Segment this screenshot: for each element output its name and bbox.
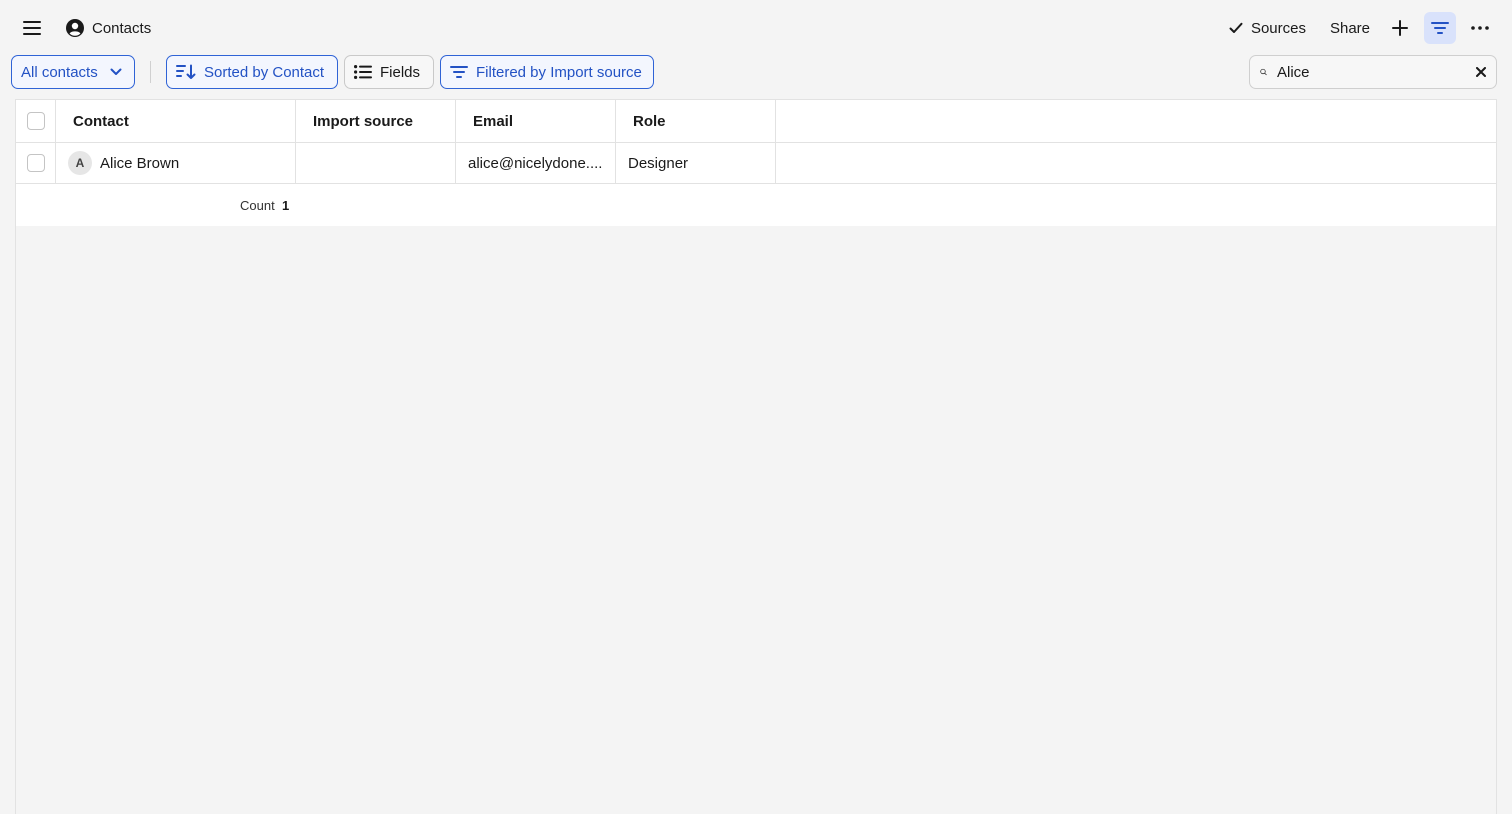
sort-button[interactable]: Sorted by Contact	[166, 55, 338, 89]
user-circle-icon	[66, 19, 84, 37]
view-selector-button[interactable]: All contacts	[11, 55, 135, 89]
count-label: Count	[240, 197, 275, 213]
menu-button[interactable]	[16, 12, 48, 44]
view-toolbar: All contacts Sorted by Contact Fields Fi…	[0, 55, 1512, 89]
top-bar: Contacts Sources Share	[0, 0, 1512, 56]
table-area: Contact Import source Email Role A Alice…	[15, 99, 1497, 814]
more-options-button[interactable]	[1464, 12, 1496, 44]
column-header-email[interactable]: Email	[456, 100, 616, 142]
filter-label: Filtered by Import source	[476, 63, 642, 81]
email-text: alice@nicelydone....	[468, 154, 603, 172]
row-checkbox[interactable]	[26, 154, 45, 172]
row-checkbox-cell	[16, 143, 56, 183]
search-icon	[1260, 68, 1267, 76]
contacts-table: Contact Import source Email Role A Alice…	[16, 99, 1496, 226]
share-button[interactable]: Share	[1322, 12, 1378, 44]
table-header-row: Contact Import source Email Role	[16, 100, 1496, 143]
filter-icon	[450, 66, 468, 78]
fields-label: Fields	[380, 63, 421, 81]
page-title-group: Contacts	[66, 16, 151, 40]
sources-label: Sources	[1250, 19, 1306, 37]
clear-search-button[interactable]	[1476, 62, 1486, 82]
table-footer: Count 1	[16, 184, 1496, 226]
search-input[interactable]	[1277, 63, 1476, 81]
add-button[interactable]	[1384, 12, 1416, 44]
avatar: A	[68, 151, 92, 175]
sources-button[interactable]: Sources	[1221, 12, 1314, 44]
list-icon	[354, 65, 372, 79]
contact-name: Alice Brown	[100, 154, 180, 172]
filter-button[interactable]: Filtered by Import source	[440, 55, 654, 89]
table-row[interactable]: A Alice Brown alice@nicelydone.... Desig…	[16, 143, 1496, 184]
top-actions: Sources Share	[1221, 12, 1496, 44]
empty-cell	[776, 143, 1496, 183]
page-title: Contacts	[92, 19, 152, 37]
count-value: 1	[282, 197, 290, 213]
column-header-import-source[interactable]: Import source	[296, 100, 456, 142]
filter-toggle-button[interactable]	[1424, 12, 1456, 44]
search-box	[1249, 55, 1497, 89]
column-header-role[interactable]: Role	[616, 100, 776, 142]
contact-cell[interactable]: A Alice Brown	[56, 143, 296, 183]
close-icon	[1476, 67, 1486, 77]
select-all-checkbox[interactable]	[26, 112, 45, 130]
chevron-down-icon	[110, 68, 122, 75]
sort-label: Sorted by Contact	[204, 63, 325, 81]
toolbar-divider	[150, 61, 151, 83]
column-header-contact[interactable]: Contact	[56, 100, 296, 142]
filter-icon	[1431, 22, 1449, 34]
hamburger-icon	[23, 21, 41, 35]
column-header-empty	[776, 100, 1496, 142]
more-horizontal-icon	[1471, 26, 1489, 30]
fields-button[interactable]: Fields	[344, 55, 434, 89]
sort-icon	[176, 64, 196, 79]
header-checkbox-cell	[16, 100, 56, 142]
role-cell[interactable]: Designer	[616, 143, 776, 183]
import-source-cell[interactable]	[296, 143, 456, 183]
plus-icon	[1392, 20, 1408, 36]
check-icon	[1229, 22, 1243, 33]
email-cell[interactable]: alice@nicelydone....	[456, 143, 616, 183]
view-selector-label: All contacts	[21, 63, 98, 81]
